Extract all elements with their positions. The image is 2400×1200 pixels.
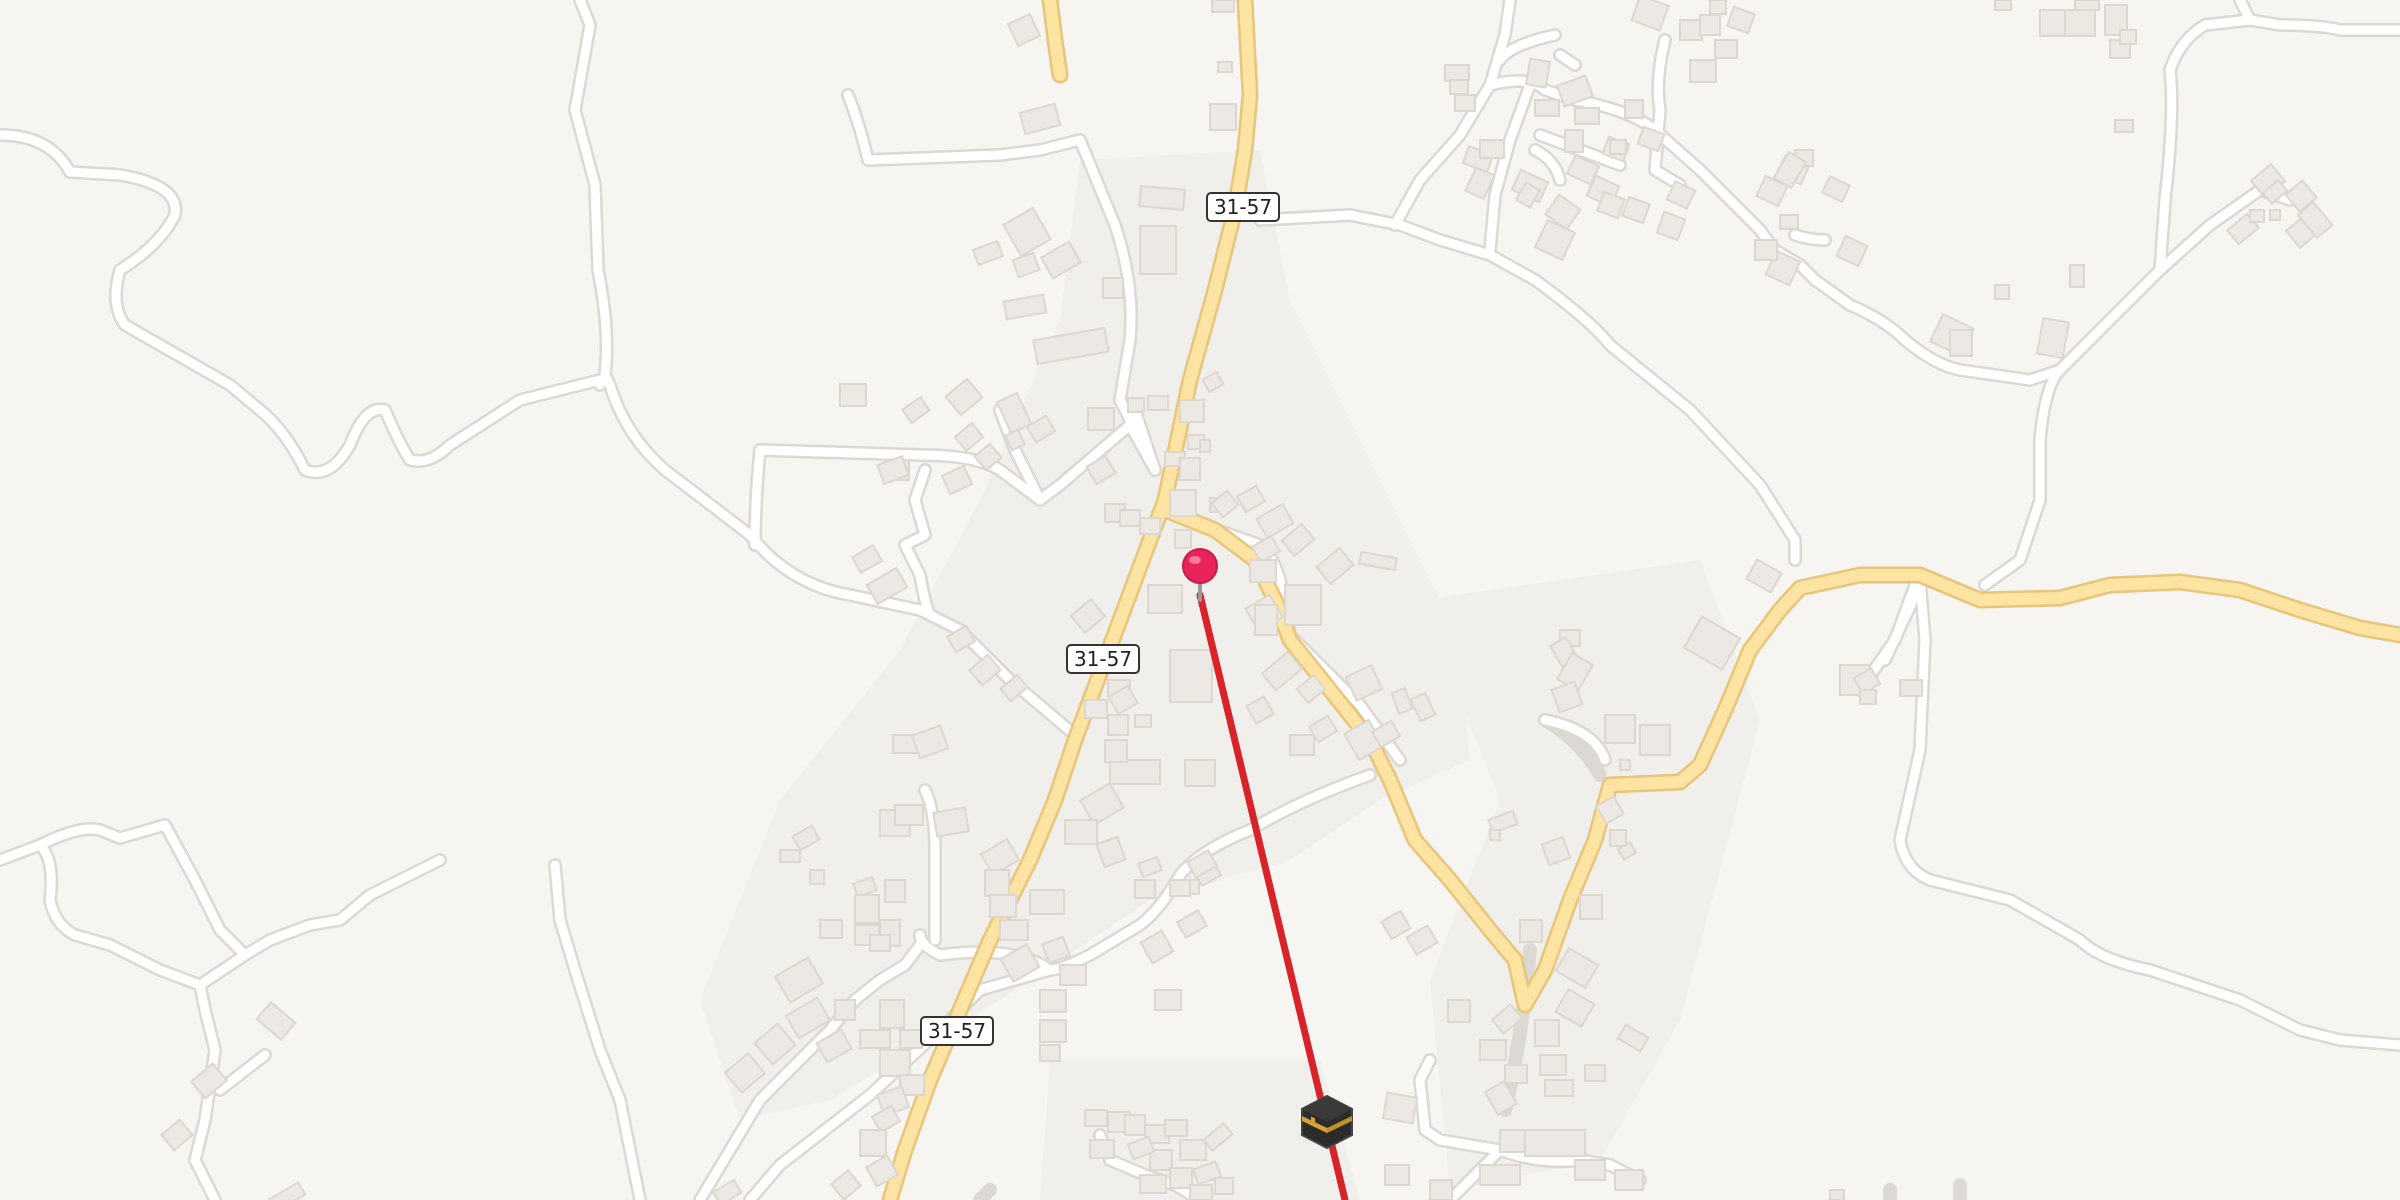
road-shield[interactable]: 31-57 [920, 1016, 994, 1046]
road-shield[interactable]: 31-57 [1066, 644, 1140, 674]
road-shield-label: 31-57 [928, 1019, 986, 1043]
road-shield[interactable]: 31-57 [1206, 192, 1280, 222]
map-canvas[interactable]: 31-57 31-57 31-57 [0, 0, 2400, 1200]
road-shield-label: 31-57 [1214, 195, 1272, 219]
road-shield-label: 31-57 [1074, 647, 1132, 671]
